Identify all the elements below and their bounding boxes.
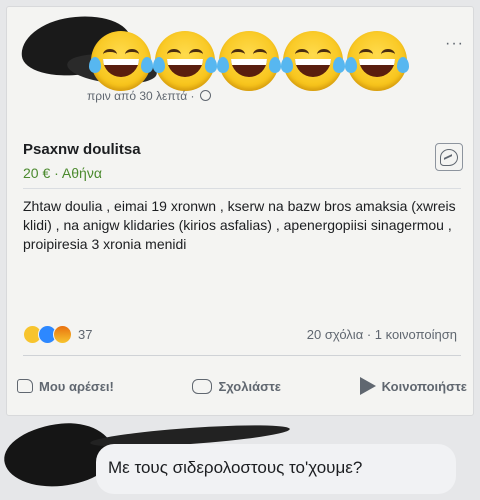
like-button[interactable]: Μου αρέσει! [17, 377, 114, 395]
comment-label: Σχολιάστε [218, 378, 281, 394]
share-arrow-icon [359, 377, 376, 395]
post-timestamp[interactable]: πριν από 30 λεπτά · [87, 89, 211, 103]
marketplace-post: ··· πριν από 30 λεπτά · Psaxnw doulitsa … [6, 6, 474, 416]
comment-bubble-icon [192, 378, 213, 394]
reactions-summary[interactable]: 37 [23, 325, 92, 344]
listing-title[interactable]: Psaxnw doulitsa [23, 141, 141, 158]
reaction-count: 37 [78, 327, 93, 342]
tears-of-joy-icon [281, 31, 345, 91]
globe-icon [199, 90, 211, 101]
comment-bubble: Με τους σιδερολοστους το'χουμε? [96, 444, 456, 494]
comments-shares-count[interactable]: 20 σχόλια · 1 κοινοποίηση [307, 327, 457, 342]
post-body: Zhtaw doulia , eimai 19 xronwn , kserw n… [23, 198, 456, 252]
more-options-icon[interactable]: ··· [445, 35, 464, 53]
comment: Με τους σιδερολοστους το'χουμε? [0, 418, 480, 500]
like-label: Μου αρέσει! [39, 378, 114, 394]
comment-button[interactable]: Σχολιάστε [192, 377, 281, 395]
tears-of-joy-icon [217, 31, 281, 91]
post-header: ··· πριν από 30 λεπτά · [7, 7, 473, 107]
laughing-emoji-overlay [89, 31, 409, 91]
divider [23, 355, 461, 356]
comment-text: Με τους σιδερολοστους το'χουμε? [108, 458, 363, 477]
tears-of-joy-icon [89, 31, 153, 91]
angry-reaction-icon [53, 325, 72, 344]
messenger-icon [440, 148, 458, 166]
divider [23, 188, 461, 189]
thumbs-up-icon [17, 379, 33, 393]
messenger-button[interactable] [435, 143, 463, 171]
timestamp-text: πριν από 30 λεπτά · [87, 89, 198, 103]
share-label: Κοινοποιήστε [381, 378, 467, 394]
post-actions: Μου αρέσει! Σχολιάστε Κοινοποιήστε [17, 377, 467, 395]
tears-of-joy-icon [153, 31, 217, 91]
listing-price: 20 € · Αθήνα [23, 165, 102, 181]
share-button[interactable]: Κοινοποιήστε [359, 377, 467, 395]
tears-of-joy-icon [345, 31, 409, 91]
